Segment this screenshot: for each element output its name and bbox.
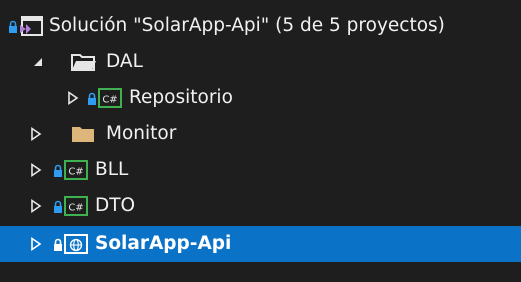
csharp-project-icon: C# — [64, 196, 88, 216]
solution-label: Solución "SolarApp-Api" (5 de 5 proyecto… — [49, 15, 445, 36]
lock-icon — [9, 20, 17, 33]
tree-item-label: DTO — [95, 195, 136, 216]
solution-node[interactable]: Solución "SolarApp-Api" (5 de 5 proyecto… — [0, 8, 521, 44]
solution-folder-open-icon — [71, 54, 96, 71]
collapsed-arrow-icon[interactable] — [29, 237, 43, 251]
lock-icon — [54, 238, 62, 251]
collapsed-arrow-icon[interactable] — [29, 199, 43, 213]
collapsed-arrow-icon[interactable] — [66, 91, 80, 105]
lock-icon — [54, 164, 62, 177]
tree-item-dto[interactable]: C# DTO — [0, 188, 521, 224]
tree-item-monitor[interactable]: Monitor — [0, 116, 521, 152]
collapsed-arrow-icon[interactable] — [29, 163, 43, 177]
solution-explorer-tree: Solución "SolarApp-Api" (5 de 5 proyecto… — [0, 0, 521, 282]
tree-item-solarapp-api[interactable]: SolarApp-Api — [0, 226, 521, 262]
collapsed-arrow-icon[interactable] — [29, 127, 43, 141]
solution-icon — [20, 16, 43, 36]
svg-text:C#: C# — [68, 203, 83, 214]
tree-item-label: BLL — [95, 159, 129, 180]
csharp-project-icon: C# — [98, 88, 122, 108]
svg-text:C#: C# — [102, 95, 117, 106]
tree-item-repositorio[interactable]: C# Repositorio — [0, 80, 521, 116]
solution-folder-icon — [72, 127, 94, 142]
tree-item-label: Monitor — [106, 123, 177, 144]
tree-item-label: Repositorio — [129, 87, 233, 108]
tree-item-dal[interactable]: DAL — [0, 44, 521, 80]
lock-icon — [54, 200, 62, 213]
tree-item-bll[interactable]: C# BLL — [0, 152, 521, 188]
csharp-project-icon: C# — [64, 160, 88, 180]
lock-icon — [88, 92, 96, 105]
tree-item-label: SolarApp-Api — [95, 233, 232, 254]
web-project-icon — [64, 234, 88, 254]
svg-text:C#: C# — [68, 167, 83, 178]
tree-item-label: DAL — [106, 51, 143, 72]
expanded-arrow-icon[interactable] — [31, 55, 45, 69]
